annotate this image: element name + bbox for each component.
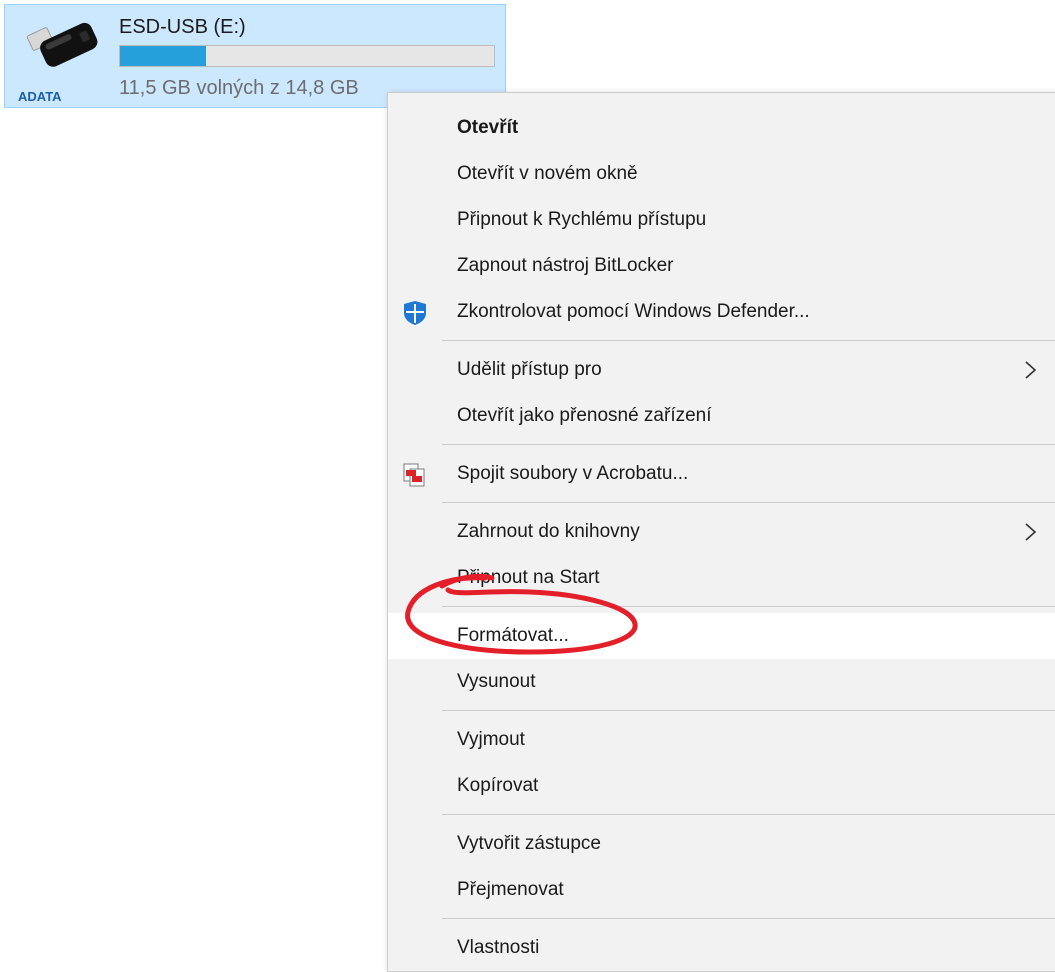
windows-defender-shield-icon xyxy=(404,301,426,325)
chevron-right-icon xyxy=(1025,361,1037,379)
menu-item-label: Zkontrolovat pomocí Windows Defender... xyxy=(457,301,810,322)
menu-item-label: Zahrnout do knihovny xyxy=(457,521,640,542)
menu-separator xyxy=(442,606,1055,607)
menu-item-label: Spojit soubory v Acrobatu... xyxy=(457,463,689,484)
menu-separator xyxy=(442,814,1055,815)
menu-item-label: Kopírovat xyxy=(457,775,539,796)
menu-item-pin-quick-access[interactable]: Připnout k Rychlému přístupu xyxy=(388,197,1055,243)
drive-usage-bar xyxy=(119,45,495,67)
menu-item-label: Vlastnosti xyxy=(457,937,540,958)
menu-separator xyxy=(442,502,1055,503)
drive-space-text: 11,5 GB volných z 14,8 GB xyxy=(119,77,359,99)
context-menu-list: Otevřít Otevřít v novém okně Připnout k … xyxy=(388,105,1055,971)
menu-separator xyxy=(442,444,1055,445)
menu-item-label: Vysunout xyxy=(457,671,536,692)
menu-item-copy[interactable]: Kopírovat xyxy=(388,763,1055,809)
chevron-right-icon xyxy=(1025,523,1037,541)
menu-item-label: Otevřít v novém okně xyxy=(457,163,638,184)
menu-separator xyxy=(442,710,1055,711)
menu-item-open-new-window[interactable]: Otevřít v novém okně xyxy=(388,151,1055,197)
menu-item-format[interactable]: Formátovat... xyxy=(388,613,1055,659)
menu-item-acrobat-combine[interactable]: Spojit soubory v Acrobatu... xyxy=(388,451,1055,497)
adata-logo-text: ADATA xyxy=(18,89,62,104)
menu-item-pin-start[interactable]: Připnout na Start xyxy=(388,555,1055,601)
menu-item-label: Otevřít xyxy=(457,117,519,138)
drive-usage-fill xyxy=(120,46,207,66)
menu-item-label: Vyjmout xyxy=(457,729,525,750)
menu-separator xyxy=(442,340,1055,341)
menu-item-label: Otevřít jako přenosné zařízení xyxy=(457,405,712,426)
menu-item-properties[interactable]: Vlastnosti xyxy=(388,925,1055,971)
menu-item-open-portable-device[interactable]: Otevřít jako přenosné zařízení xyxy=(388,393,1055,439)
menu-separator xyxy=(442,918,1055,919)
context-menu: Otevřít Otevřít v novém okně Připnout k … xyxy=(387,92,1055,972)
menu-item-cut[interactable]: Vyjmout xyxy=(388,717,1055,763)
menu-item-label: Přejmenovat xyxy=(457,879,564,900)
acrobat-pdf-icon xyxy=(403,463,425,487)
menu-item-rename[interactable]: Přejmenovat xyxy=(388,867,1055,913)
menu-item-label: Připnout na Start xyxy=(457,567,600,588)
menu-item-include-library[interactable]: Zahrnout do knihovny xyxy=(388,509,1055,555)
drive-name: ESD-USB (E:) xyxy=(119,16,246,38)
menu-item-bitlocker[interactable]: Zapnout nástroj BitLocker xyxy=(388,243,1055,289)
menu-item-label: Zapnout nástroj BitLocker xyxy=(457,255,674,276)
menu-item-create-shortcut[interactable]: Vytvořit zástupce xyxy=(388,821,1055,867)
menu-item-eject[interactable]: Vysunout xyxy=(388,659,1055,705)
menu-item-open[interactable]: Otevřít xyxy=(388,105,1055,151)
menu-item-give-access[interactable]: Udělit přístup pro xyxy=(388,347,1055,393)
menu-item-windows-defender[interactable]: Zkontrolovat pomocí Windows Defender... xyxy=(388,289,1055,335)
menu-item-label: Vytvořit zástupce xyxy=(457,833,601,854)
menu-item-label: Udělit přístup pro xyxy=(457,359,602,380)
menu-item-label: Připnout k Rychlému přístupu xyxy=(457,209,707,230)
usb-drive-icon: ADATA xyxy=(18,22,98,104)
menu-item-label: Formátovat... xyxy=(457,625,569,646)
